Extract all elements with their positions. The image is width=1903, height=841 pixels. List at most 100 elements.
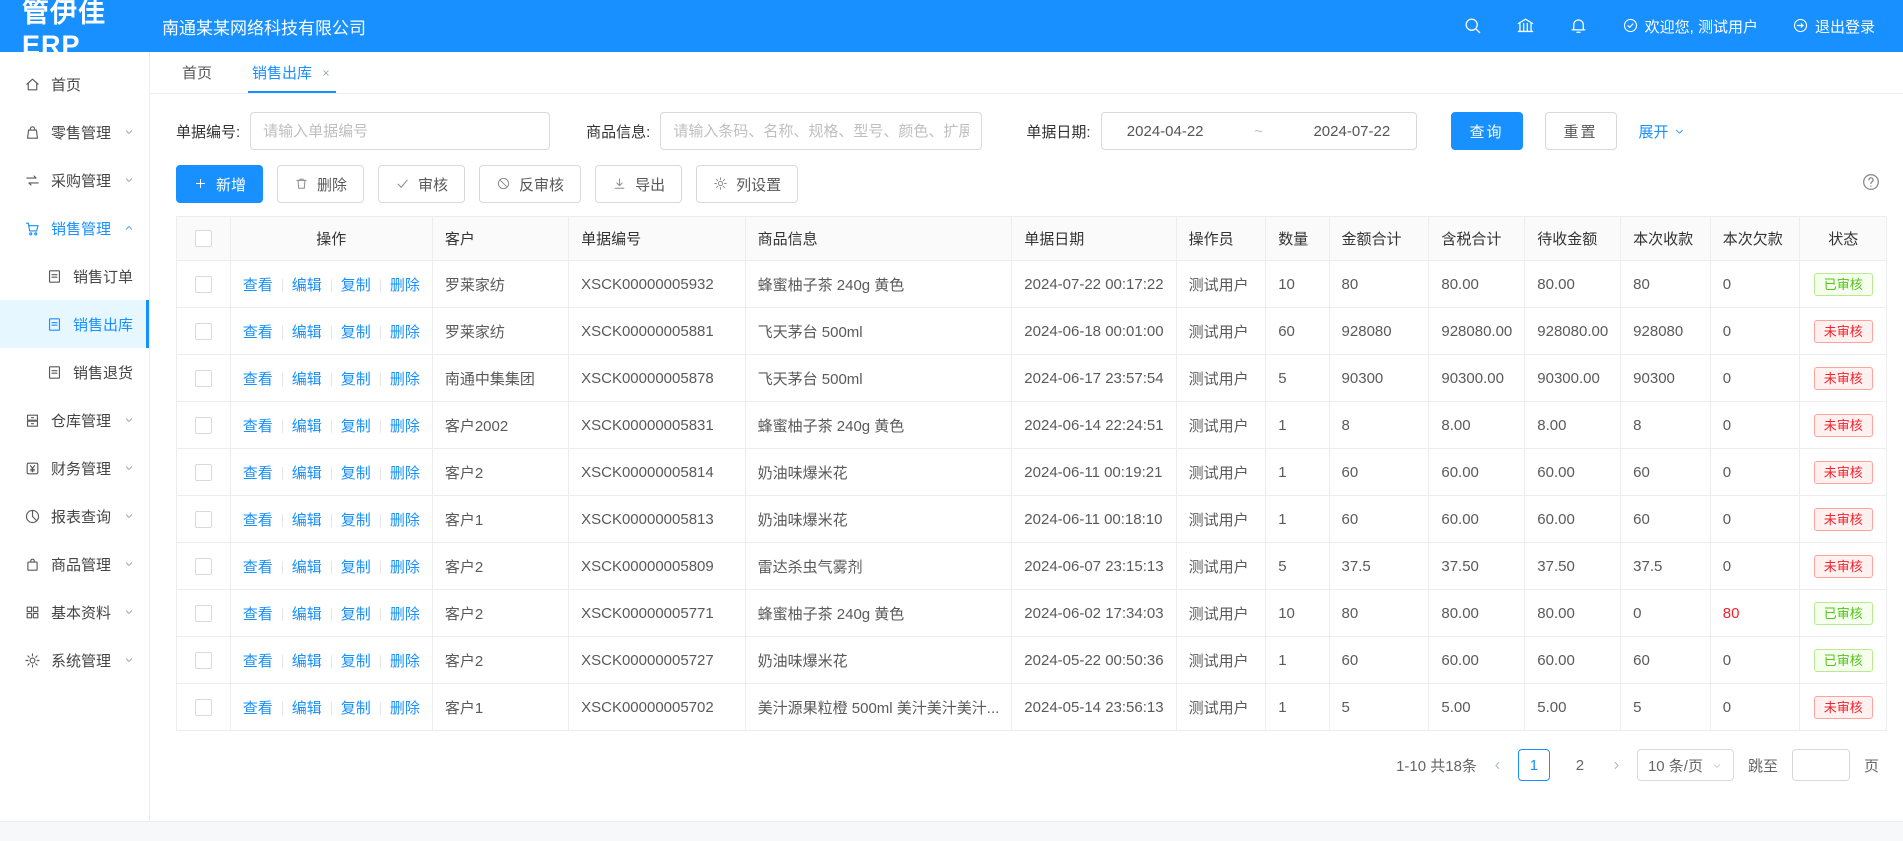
sidebar-item-sales[interactable]: 销售管理 <box>0 204 149 252</box>
sidebar-item-warehouse[interactable]: 仓库管理 <box>0 396 149 444</box>
logout-button[interactable]: 退出登录 <box>1792 16 1875 37</box>
action-copy-link[interactable]: 复制 <box>341 465 371 482</box>
tab-home[interactable]: 首页 <box>182 52 212 93</box>
action-edit-link[interactable]: 编辑 <box>292 512 322 529</box>
action-edit-link[interactable]: 编辑 <box>292 606 322 623</box>
action-delete-link[interactable]: 删除 <box>390 512 420 529</box>
export-button[interactable]: 导出 <box>595 165 682 203</box>
col-header-qty: 数量 <box>1266 217 1329 261</box>
action-delete-link[interactable]: 删除 <box>390 653 420 670</box>
row-checkbox[interactable] <box>195 370 212 387</box>
action-copy-link[interactable]: 复制 <box>341 324 371 341</box>
date-to[interactable]: 2024-07-22 <box>1313 123 1390 140</box>
sidebar-item-system[interactable]: 系统管理 <box>0 636 149 684</box>
action-view-link[interactable]: 查看 <box>243 371 273 388</box>
product-info-input[interactable] <box>660 112 982 150</box>
action-delete-link[interactable]: 删除 <box>390 324 420 341</box>
status-cell: 已审核 <box>1800 637 1887 684</box>
sidebar-item-home[interactable]: 首页 <box>0 60 149 108</box>
action-view-link[interactable]: 查看 <box>243 418 273 435</box>
close-icon[interactable] <box>320 66 332 80</box>
column-setting-button[interactable]: 列设置 <box>696 165 798 203</box>
jump-page-input[interactable] <box>1792 749 1850 781</box>
row-checkbox[interactable] <box>195 276 212 293</box>
action-edit-link[interactable]: 编辑 <box>292 371 322 388</box>
sidebar-item-sales-outbound[interactable]: 销售出库 <box>0 300 149 348</box>
table-row: 查看编辑复制删除客户1XSCK00000005702美汁源果粒橙 500ml 美… <box>177 684 1887 731</box>
order-no-input[interactable] <box>250 112 550 150</box>
bank-icon[interactable] <box>1516 16 1535 37</box>
row-checkbox[interactable] <box>195 464 212 481</box>
row-checkbox[interactable] <box>195 511 212 528</box>
action-copy-link[interactable]: 复制 <box>341 559 371 576</box>
select-all-checkbox[interactable] <box>195 230 212 247</box>
action-delete-link[interactable]: 删除 <box>390 465 420 482</box>
tab-sales-outbound[interactable]: 销售出库 <box>252 52 332 93</box>
sidebar-item-finance[interactable]: 财务管理 <box>0 444 149 492</box>
search-icon[interactable] <box>1463 16 1482 37</box>
row-checkbox[interactable] <box>195 652 212 669</box>
action-edit-link[interactable]: 编辑 <box>292 653 322 670</box>
action-edit-link[interactable]: 编辑 <box>292 277 322 294</box>
row-checkbox[interactable] <box>195 417 212 434</box>
page-size-select[interactable]: 10 条/页 <box>1637 749 1734 781</box>
tab-label: 销售出库 <box>252 62 312 83</box>
action-copy-link[interactable]: 复制 <box>341 418 371 435</box>
sidebar-item-report[interactable]: 报表查询 <box>0 492 149 540</box>
date-range-picker[interactable]: 2024-04-22 ~ 2024-07-22 <box>1101 112 1417 150</box>
action-view-link[interactable]: 查看 <box>243 559 273 576</box>
reset-button[interactable]: 重置 <box>1545 112 1617 150</box>
action-delete-link[interactable]: 删除 <box>390 606 420 623</box>
action-delete-link[interactable]: 删除 <box>390 371 420 388</box>
welcome-user[interactable]: 欢迎您, 测试用户 <box>1622 16 1758 37</box>
search-button[interactable]: 查询 <box>1451 112 1523 150</box>
row-checkbox[interactable] <box>195 699 212 716</box>
add-button[interactable]: 新增 <box>176 165 263 203</box>
unapprove-button[interactable]: 反审核 <box>479 165 581 203</box>
date-from[interactable]: 2024-04-22 <box>1127 123 1204 140</box>
page-2-button[interactable]: 2 <box>1564 749 1596 781</box>
cell-qty: 5 <box>1266 543 1329 590</box>
action-copy-link[interactable]: 复制 <box>341 277 371 294</box>
action-copy-link[interactable]: 复制 <box>341 700 371 717</box>
row-checkbox[interactable] <box>195 605 212 622</box>
cell-product: 雷达杀虫气雾剂 <box>745 543 1012 590</box>
action-edit-link[interactable]: 编辑 <box>292 559 322 576</box>
action-view-link[interactable]: 查看 <box>243 606 273 623</box>
action-copy-link[interactable]: 复制 <box>341 606 371 623</box>
row-checkbox[interactable] <box>195 558 212 575</box>
expand-link[interactable]: 展开 <box>1639 121 1686 142</box>
sidebar-item-sales-order[interactable]: 销售订单 <box>0 252 149 300</box>
delete-button[interactable]: 删除 <box>277 165 364 203</box>
help-icon[interactable] <box>1861 172 1881 196</box>
next-page-icon[interactable] <box>1610 759 1623 772</box>
action-delete-link[interactable]: 删除 <box>390 277 420 294</box>
sidebar-item-basic-data[interactable]: 基本资料 <box>0 588 149 636</box>
page-1-button[interactable]: 1 <box>1518 749 1550 781</box>
action-delete-link[interactable]: 删除 <box>390 559 420 576</box>
approve-button[interactable]: 审核 <box>378 165 465 203</box>
bell-icon[interactable] <box>1569 16 1588 37</box>
action-edit-link[interactable]: 编辑 <box>292 700 322 717</box>
row-checkbox[interactable] <box>195 323 212 340</box>
action-view-link[interactable]: 查看 <box>243 700 273 717</box>
action-copy-link[interactable]: 复制 <box>341 371 371 388</box>
action-view-link[interactable]: 查看 <box>243 512 273 529</box>
cell-order_no: XSCK00000005932 <box>569 261 745 308</box>
sidebar-item-sales-return[interactable]: 销售退货 <box>0 348 149 396</box>
action-copy-link[interactable]: 复制 <box>341 512 371 529</box>
action-copy-link[interactable]: 复制 <box>341 653 371 670</box>
action-view-link[interactable]: 查看 <box>243 324 273 341</box>
action-view-link[interactable]: 查看 <box>243 653 273 670</box>
sidebar-item-purchase[interactable]: 采购管理 <box>0 156 149 204</box>
sidebar-item-product[interactable]: 商品管理 <box>0 540 149 588</box>
prev-page-icon[interactable] <box>1491 759 1504 772</box>
action-view-link[interactable]: 查看 <box>243 465 273 482</box>
action-view-link[interactable]: 查看 <box>243 277 273 294</box>
action-edit-link[interactable]: 编辑 <box>292 324 322 341</box>
action-edit-link[interactable]: 编辑 <box>292 418 322 435</box>
sidebar-item-retail[interactable]: 零售管理 <box>0 108 149 156</box>
action-edit-link[interactable]: 编辑 <box>292 465 322 482</box>
action-delete-link[interactable]: 删除 <box>390 418 420 435</box>
action-delete-link[interactable]: 删除 <box>390 700 420 717</box>
